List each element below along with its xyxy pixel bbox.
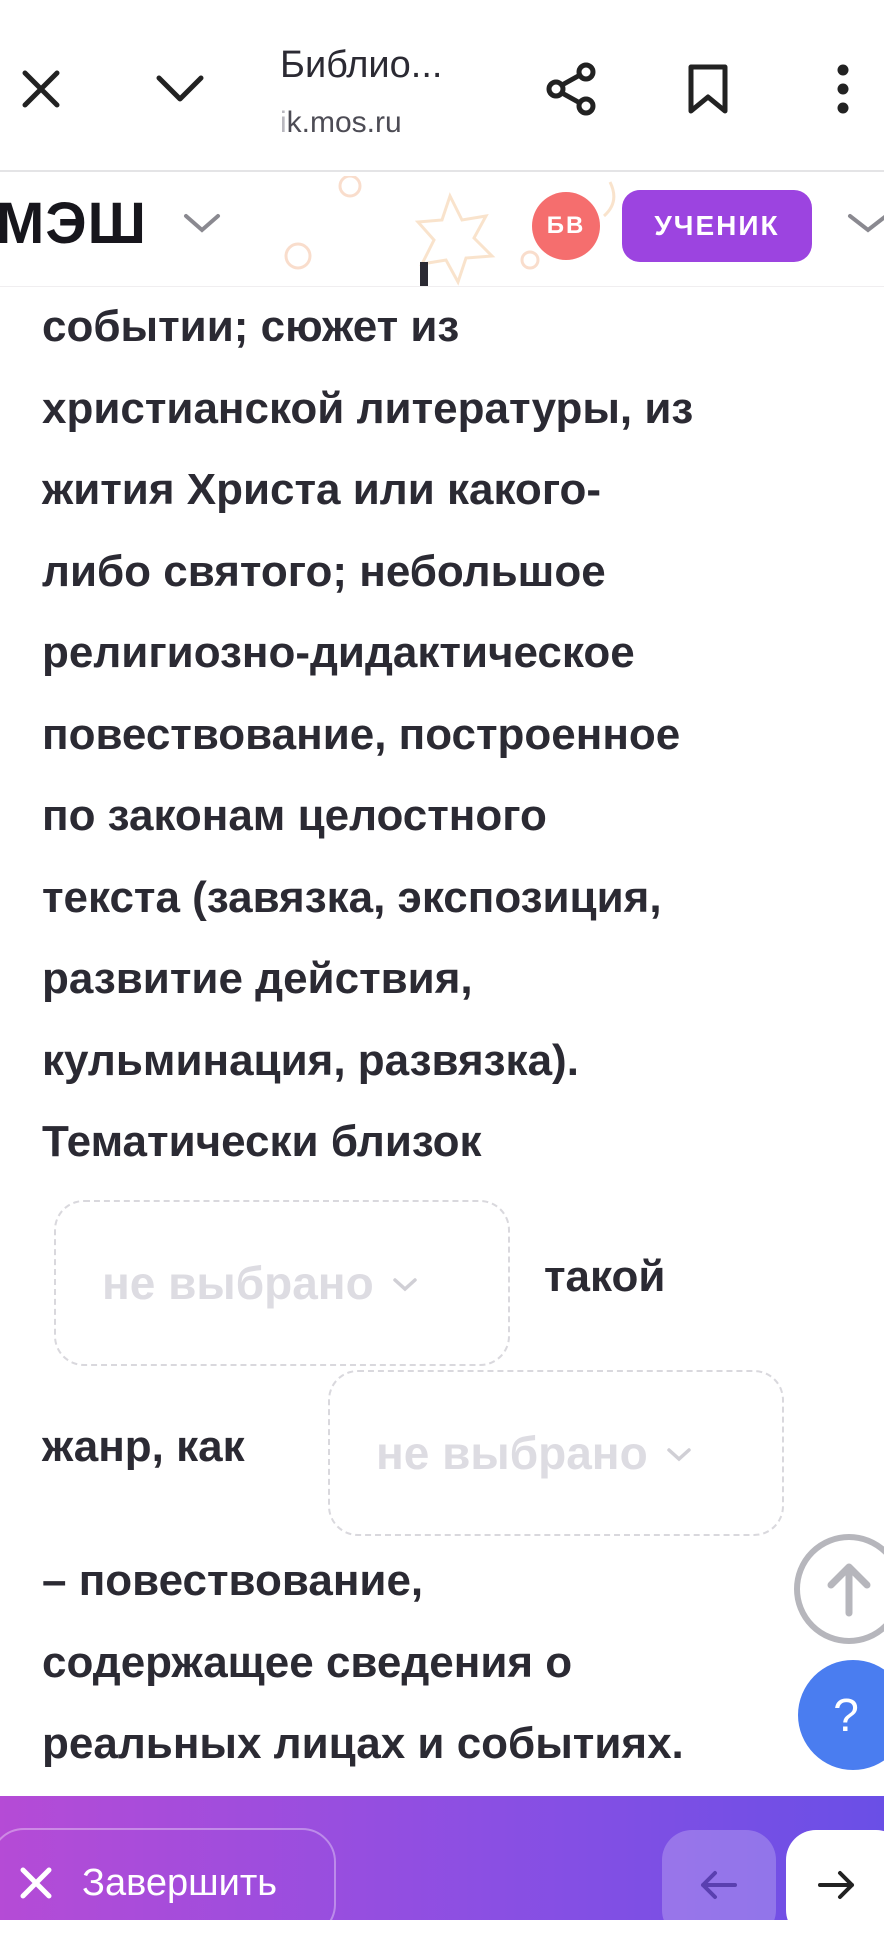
- next-button[interactable]: [786, 1830, 884, 1940]
- select-value: не выбрано: [102, 1257, 374, 1309]
- text-line: текста (завязка, экспозиция,: [42, 872, 662, 922]
- text-line: развитие действия,: [42, 954, 473, 1003]
- select-value: не выбрано: [376, 1427, 648, 1479]
- text-fragment-graphic: [420, 262, 428, 286]
- text-line: реальных лицах и событиях.: [42, 1719, 684, 1768]
- arrow-up-icon: [827, 1563, 871, 1617]
- profile-dropdown[interactable]: [846, 212, 884, 241]
- bottom-bar: Завершить: [0, 1796, 884, 1940]
- help-label: ?: [833, 1689, 859, 1741]
- avatar[interactable]: БВ: [532, 192, 600, 260]
- more-vertical-icon: [837, 64, 849, 114]
- role-badge[interactable]: УЧЕНИК: [622, 190, 812, 262]
- bookmark-button[interactable]: [673, 54, 743, 124]
- text-line: христианской литературы, из: [42, 383, 694, 433]
- text-line: кульминация, развязка).: [42, 1035, 579, 1085]
- url-domain: k.mos.ru: [286, 106, 402, 139]
- task-text-tail: – повествование, содержащее сведения о р…: [42, 1540, 842, 1785]
- answer-select-2[interactable]: не выбрано: [328, 1370, 784, 1536]
- inline-text: жанр, как: [42, 1422, 245, 1471]
- browser-toolbar: Библио... ik.mos.ru: [0, 0, 884, 172]
- arrow-left-icon: [701, 1871, 737, 1899]
- chevron-down-icon: [392, 1278, 417, 1292]
- chevron-down-icon: [184, 214, 220, 233]
- mesh-logo[interactable]: МЭШ: [0, 190, 147, 257]
- bookmark-icon: [688, 64, 728, 114]
- chevron-down-icon: [666, 1448, 691, 1462]
- text-line: повествование, построенное: [42, 709, 681, 759]
- task-text: событии; сюжет из христианской литератур…: [42, 286, 842, 1183]
- close-icon: [18, 1865, 54, 1901]
- finish-button[interactable]: Завершить: [0, 1828, 336, 1938]
- text-line: содержащее сведения о: [42, 1637, 573, 1687]
- share-button[interactable]: [537, 54, 607, 124]
- inline-text: такой: [544, 1252, 666, 1301]
- url-prefix: i: [280, 106, 287, 139]
- text-line: Тематически близок: [42, 1117, 482, 1166]
- finish-label: Завершить: [82, 1861, 278, 1904]
- text-line: по законам целостного: [42, 791, 547, 840]
- chevron-down-icon: [848, 214, 884, 233]
- text-line: жития Христа или какого-: [42, 465, 602, 514]
- share-icon: [546, 62, 596, 116]
- arrow-right-icon: [818, 1871, 854, 1899]
- close-icon: [22, 70, 60, 108]
- text-line: – повествование,: [42, 1556, 424, 1605]
- close-tab-button[interactable]: [6, 54, 76, 124]
- page-url: ik.mos.ru: [280, 106, 402, 140]
- logo-dropdown[interactable]: [182, 212, 222, 241]
- cut-off-text: [400, 262, 460, 286]
- text-line: событии; сюжет из: [42, 302, 460, 351]
- chevron-down-icon: [156, 75, 204, 102]
- previous-button[interactable]: [662, 1830, 776, 1940]
- text-line: религиозно-дидактическое: [42, 628, 635, 677]
- answer-select-1[interactable]: не выбрано: [54, 1200, 510, 1366]
- menu-button[interactable]: [808, 54, 878, 124]
- page-title: Библио...: [280, 44, 443, 86]
- collapse-button[interactable]: [145, 54, 215, 124]
- text-line: либо святого; небольшое: [42, 546, 606, 596]
